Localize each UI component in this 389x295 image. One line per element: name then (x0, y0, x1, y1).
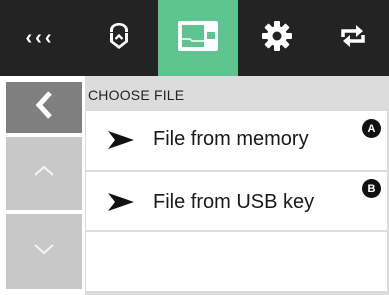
back-button[interactable] (6, 82, 82, 133)
chevron-down-icon (32, 242, 56, 261)
file-button[interactable] (158, 0, 238, 76)
left-nav (0, 76, 85, 295)
scroll-up-button[interactable] (6, 137, 82, 210)
gear-icon (260, 19, 294, 58)
screen: ‹‹‹ CHOOSE FILE File from memory A File … (0, 0, 389, 295)
service-button[interactable] (80, 0, 158, 76)
file-from-usb-option[interactable]: File from USB key B (86, 172, 387, 230)
badge-a: A (362, 119, 381, 138)
choose-file-header: CHOOSE FILE (85, 76, 389, 109)
chevron-up-icon (32, 164, 56, 183)
option-label: File from memory (153, 128, 309, 150)
rotate-arrows-icon (336, 19, 370, 58)
badge-b: B (362, 179, 381, 198)
triple-chevron-left-icon: ‹‹‹ (25, 26, 55, 49)
back-menu-button[interactable]: ‹‹‹ (0, 0, 80, 76)
file-from-memory-option[interactable]: File from memory A (86, 111, 387, 170)
option-label: File from USB key (153, 191, 315, 213)
arrow-pointer-icon (108, 193, 134, 216)
rotate-button[interactable] (316, 0, 389, 76)
empty-list-row (86, 232, 387, 291)
page-title: CHOOSE FILE (88, 87, 185, 103)
scroll-down-button[interactable] (6, 214, 82, 289)
settings-button[interactable] (238, 0, 316, 76)
top-toolbar: ‹‹‹ (0, 0, 389, 76)
wrench-shield-icon (104, 20, 134, 57)
chevron-left-icon (33, 90, 55, 125)
file-folder-icon (176, 17, 220, 60)
arrow-pointer-icon (108, 131, 134, 154)
